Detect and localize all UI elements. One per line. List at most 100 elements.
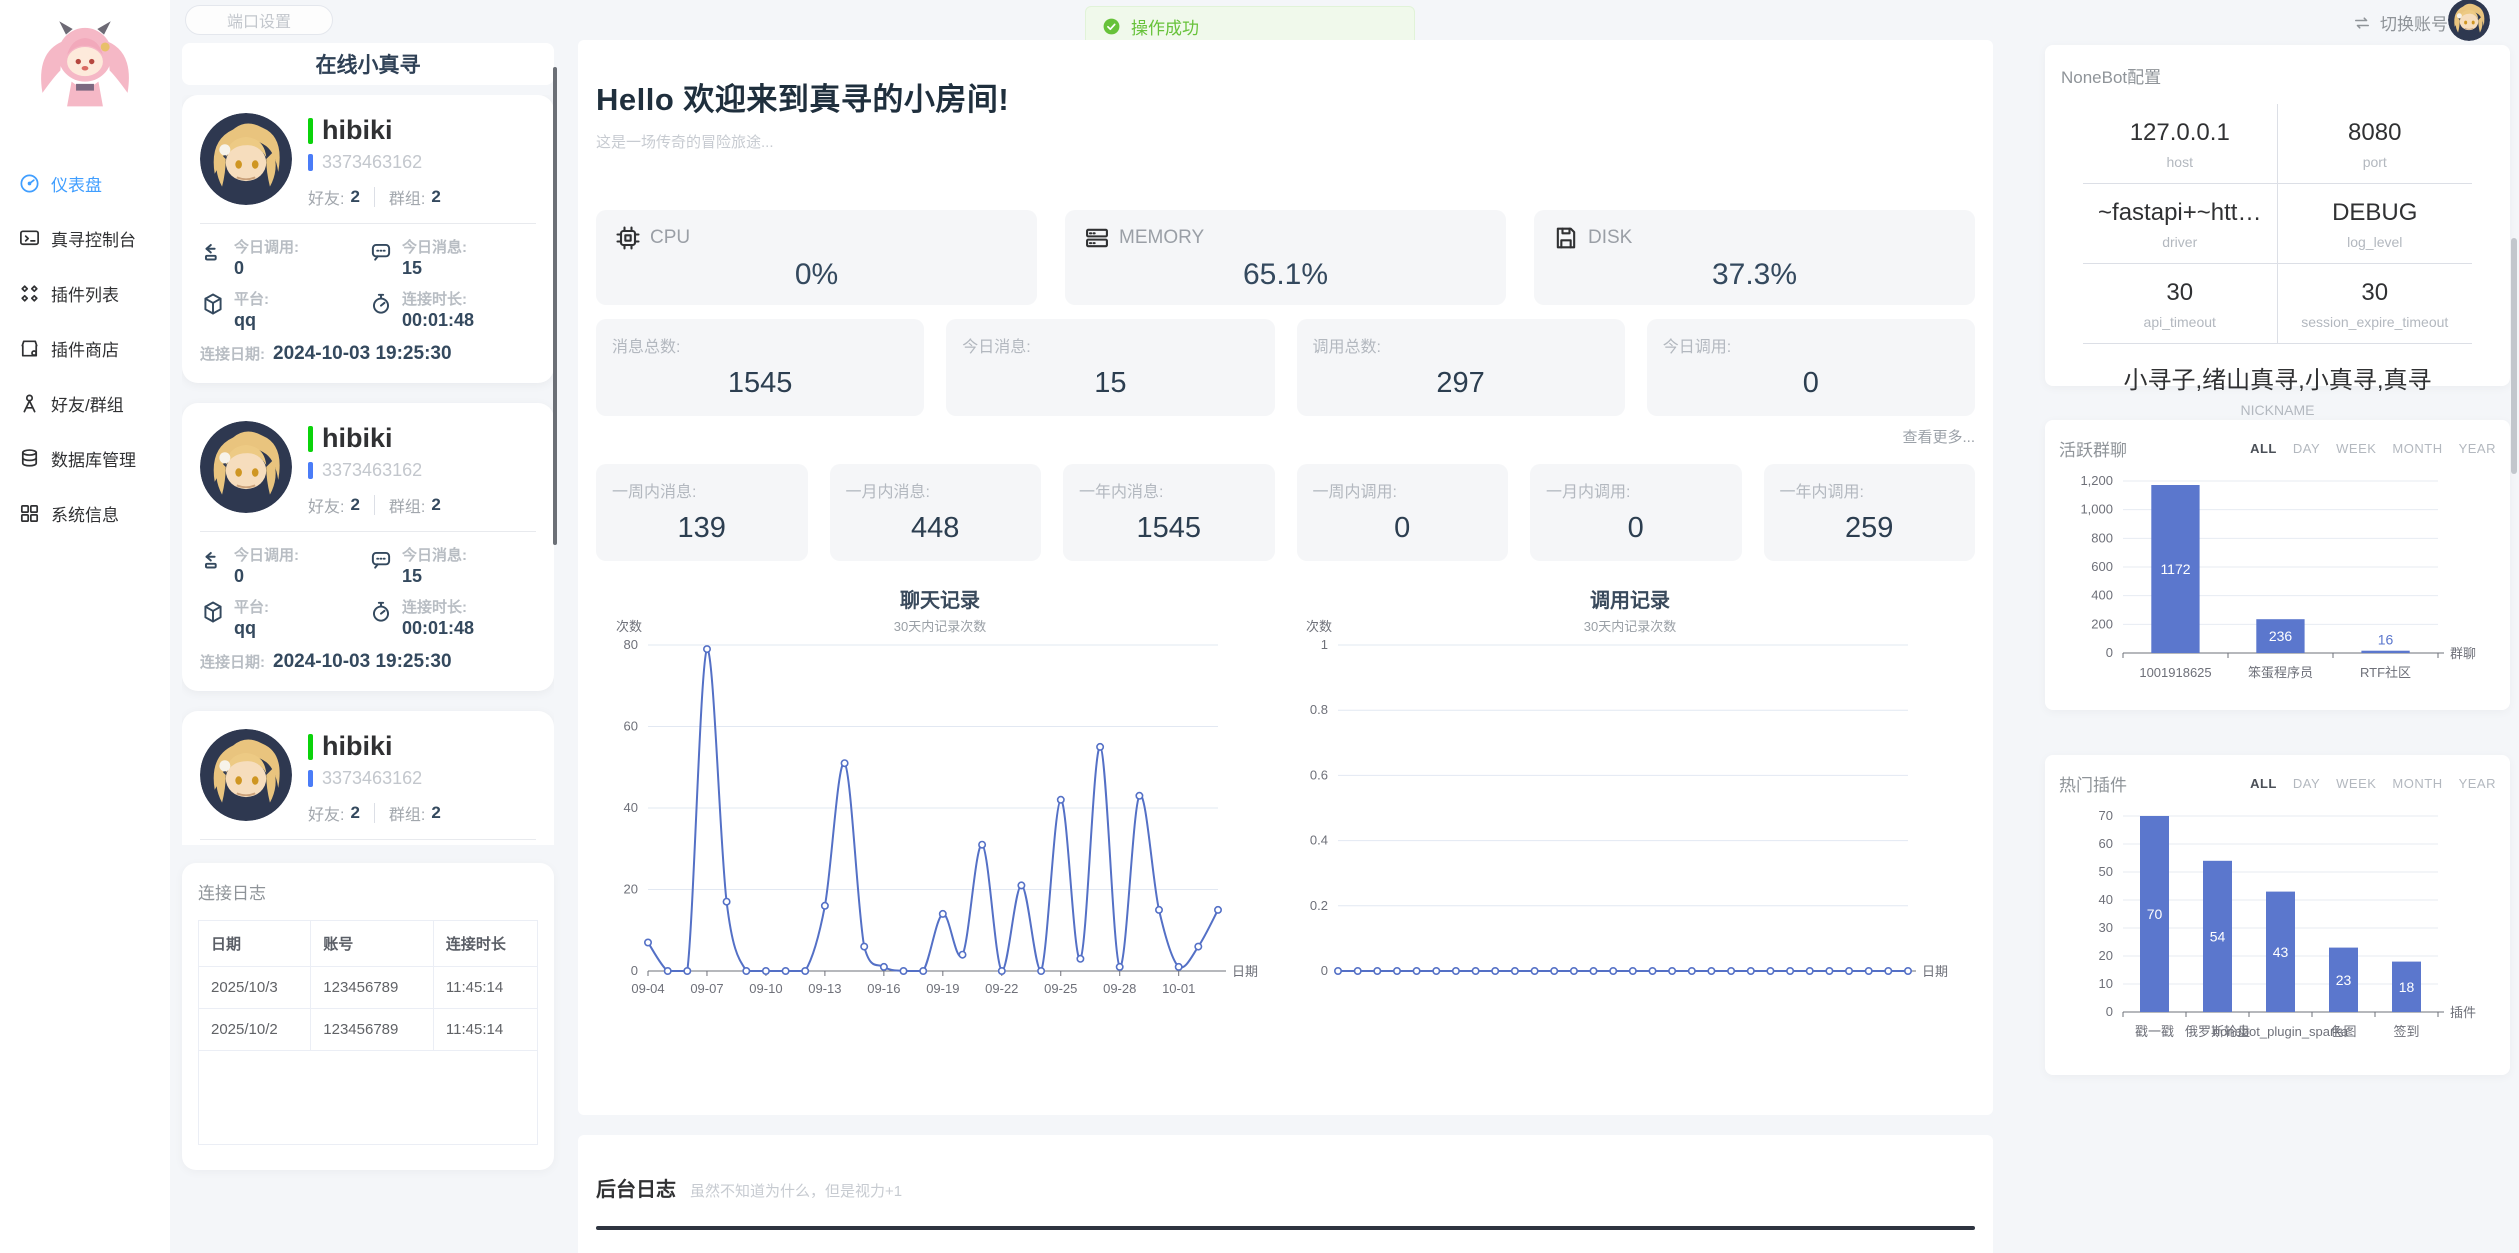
bot-id: 3373463162 xyxy=(308,460,441,481)
system-stat-value: 65.1% xyxy=(1083,258,1488,292)
svg-text:60: 60 xyxy=(2099,836,2113,851)
user-avatar[interactable] xyxy=(2448,0,2490,41)
reply-icon xyxy=(200,239,226,265)
svg-text:30天内记录次数: 30天内记录次数 xyxy=(1583,619,1675,634)
svg-text:800: 800 xyxy=(2091,530,2113,545)
bot-list-scrollbar[interactable] xyxy=(553,67,557,545)
sidebar-item-plugin-store[interactable]: 插件商店 xyxy=(0,321,170,376)
bot-stat: 今日调用:0 xyxy=(200,544,368,587)
backend-log-card: 后台日志虽然不知道为什么，但是视力+1 xyxy=(578,1135,1993,1253)
hot-plugins-tab-week[interactable]: WEEK xyxy=(2336,776,2376,791)
active-groups-chart: 02004006008001,0001,20011721001918625236… xyxy=(2059,461,2494,699)
hot-plugins-tab-month[interactable]: MONTH xyxy=(2392,776,2442,791)
svg-text:09-22: 09-22 xyxy=(985,981,1018,996)
system-stat-disk: DISK37.3% xyxy=(1534,210,1975,305)
stat-card: 一周内调用:0 xyxy=(1297,464,1509,561)
page: 仪表盘真寻控制台插件列表插件商店好友/群组数据库管理系统信息 端口设置 在线小真… xyxy=(0,0,2519,1253)
charts-row: 聊天记录30天内记录次数次数02040608009-0409-0709-1009… xyxy=(596,583,1975,1018)
sidebar-item-label: 好友/群组 xyxy=(51,391,124,416)
sidebar: 仪表盘真寻控制台插件列表插件商店好友/群组数据库管理系统信息 xyxy=(0,0,170,1253)
bot-avatar xyxy=(200,421,292,513)
system-icon xyxy=(18,502,41,525)
connection-log-title: 连接日志 xyxy=(198,879,538,904)
log-cell: 123456789 xyxy=(311,967,434,1009)
system-stat-memory: MEMORY65.1% xyxy=(1065,210,1506,305)
svg-text:40: 40 xyxy=(2099,892,2113,907)
log-cell: 11:45:14 xyxy=(433,1009,537,1051)
svg-text:1: 1 xyxy=(1320,637,1327,652)
dashboard-main: Hello 欢迎来到真寻的小房间! 这是一场传奇的冒险旅途... CPU0%ME… xyxy=(578,40,1993,1115)
active-groups-tab-week[interactable]: WEEK xyxy=(2336,441,2376,456)
online-bots-title: 在线小真寻 xyxy=(182,43,554,85)
toast-text: 操作成功 xyxy=(1131,14,1199,39)
bot-stat: 连接时长:00:01:48 xyxy=(368,596,536,639)
memory-icon xyxy=(1083,224,1111,252)
stat-card: 一年内调用:259 xyxy=(1764,464,1976,561)
active-groups-tab-day[interactable]: DAY xyxy=(2293,441,2320,456)
active-groups-tab-year[interactable]: YEAR xyxy=(2459,441,2496,456)
system-stat-value: 37.3% xyxy=(1552,258,1957,292)
sidebar-item-label: 系统信息 xyxy=(51,501,119,526)
svg-text:插件: 插件 xyxy=(2450,1005,2476,1020)
svg-text:236: 236 xyxy=(2269,628,2293,644)
friends-icon xyxy=(18,392,41,415)
page-scrollbar[interactable] xyxy=(2511,238,2517,474)
svg-text:RTF社区: RTF社区 xyxy=(2360,665,2411,680)
svg-text:10-01: 10-01 xyxy=(1162,981,1195,996)
bot-card[interactable]: hibiki3373463162好友:2群组:2今日调用:0今日消息:15平台:… xyxy=(182,711,554,845)
system-stats-row: CPU0%MEMORY65.1%DISK37.3% xyxy=(596,210,1975,305)
svg-text:30天内记录次数: 30天内记录次数 xyxy=(894,619,986,634)
svg-text:戳一戳: 戳一戳 xyxy=(2135,1024,2174,1039)
sidebar-item-console[interactable]: 真寻控制台 xyxy=(0,211,170,266)
svg-text:0: 0 xyxy=(2106,1004,2113,1019)
svg-text:0: 0 xyxy=(1320,963,1327,978)
sidebar-item-system-info[interactable]: 系统信息 xyxy=(0,486,170,541)
svg-text:09-04: 09-04 xyxy=(631,981,664,996)
app-logo xyxy=(29,10,141,128)
hot-plugins-tab-year[interactable]: YEAR xyxy=(2459,776,2496,791)
sidebar-item-label: 仪表盘 xyxy=(51,171,102,196)
sidebar-item-friends-groups[interactable]: 好友/群组 xyxy=(0,376,170,431)
sidebar-menu: 仪表盘真寻控制台插件列表插件商店好友/群组数据库管理系统信息 xyxy=(0,156,170,541)
log-table-row: 2025/10/212345678911:45:14 xyxy=(199,1009,537,1051)
active-groups-card: 活跃群聊 ALLDAYWEEKMONTHYEAR 02004006008001,… xyxy=(2045,420,2510,710)
nickname-value: 小寻子,绪山真寻,小真寻,真寻 xyxy=(2065,360,2490,395)
bot-card[interactable]: hibiki3373463162好友:2群组:2今日调用:0今日消息:15平台:… xyxy=(182,95,554,383)
log-column-header: 账号 xyxy=(311,921,434,967)
svg-text:0.8: 0.8 xyxy=(1309,702,1327,717)
sidebar-item-dashboard[interactable]: 仪表盘 xyxy=(0,156,170,211)
active-groups-tab-month[interactable]: MONTH xyxy=(2392,441,2442,456)
hot-plugins-tab-day[interactable]: DAY xyxy=(2293,776,2320,791)
bot-name: hibiki xyxy=(308,731,441,762)
active-groups-range-tabs: ALL DAY WEEK MONTH YEAR xyxy=(2250,441,2496,456)
svg-text:日期: 日期 xyxy=(1232,964,1258,979)
sidebar-item-database[interactable]: 数据库管理 xyxy=(0,431,170,486)
port-settings-button[interactable]: 端口设置 xyxy=(185,5,333,35)
switch-account-button[interactable]: 切换账号 xyxy=(2352,10,2448,35)
view-more-link[interactable]: 查看更多... xyxy=(596,426,1975,446)
bot-connect-date: 连接日期:2024-10-03 19:25:30 xyxy=(200,651,536,673)
svg-text:笨蛋程序员: 笨蛋程序员 xyxy=(2248,665,2313,680)
svg-text:70: 70 xyxy=(2099,808,2113,823)
bot-card[interactable]: hibiki3373463162好友:2群组:2今日调用:0今日消息:15平台:… xyxy=(182,403,554,691)
bot-id: 3373463162 xyxy=(308,152,441,173)
backend-log-subtitle: 虽然不知道为什么，但是视力+1 xyxy=(690,1183,902,1200)
greeting-subtitle: 这是一场传奇的冒险旅途... xyxy=(596,131,1975,152)
store-icon xyxy=(18,337,41,360)
hot-plugins-card: 热门插件 ALLDAYWEEKMONTHYEAR 010203040506070… xyxy=(2045,755,2510,1075)
cube-icon xyxy=(200,599,226,625)
svg-text:0: 0 xyxy=(2106,645,2113,660)
bot-id: 3373463162 xyxy=(308,768,441,789)
sidebar-item-plugin-list[interactable]: 插件列表 xyxy=(0,266,170,321)
active-groups-tab-all[interactable]: ALL xyxy=(2250,441,2277,456)
nonebot-config-card: NoneBot配置 127.0.0.1host8080port~fastapi+… xyxy=(2045,45,2510,386)
svg-text:18: 18 xyxy=(2399,979,2415,995)
chat-records-chart: 聊天记录30天内记录次数次数02040608009-0409-0709-1009… xyxy=(596,583,1286,1018)
backend-log-title: 后台日志 xyxy=(596,1173,676,1202)
bot-friend-group-counts: 好友:2群组:2 xyxy=(308,493,441,517)
system-stat-value: 0% xyxy=(614,258,1019,292)
cpu-icon xyxy=(614,224,642,252)
svg-text:60: 60 xyxy=(624,719,638,734)
nickname-label: NICKNAME xyxy=(2065,402,2490,418)
hot-plugins-tab-all[interactable]: ALL xyxy=(2250,776,2277,791)
